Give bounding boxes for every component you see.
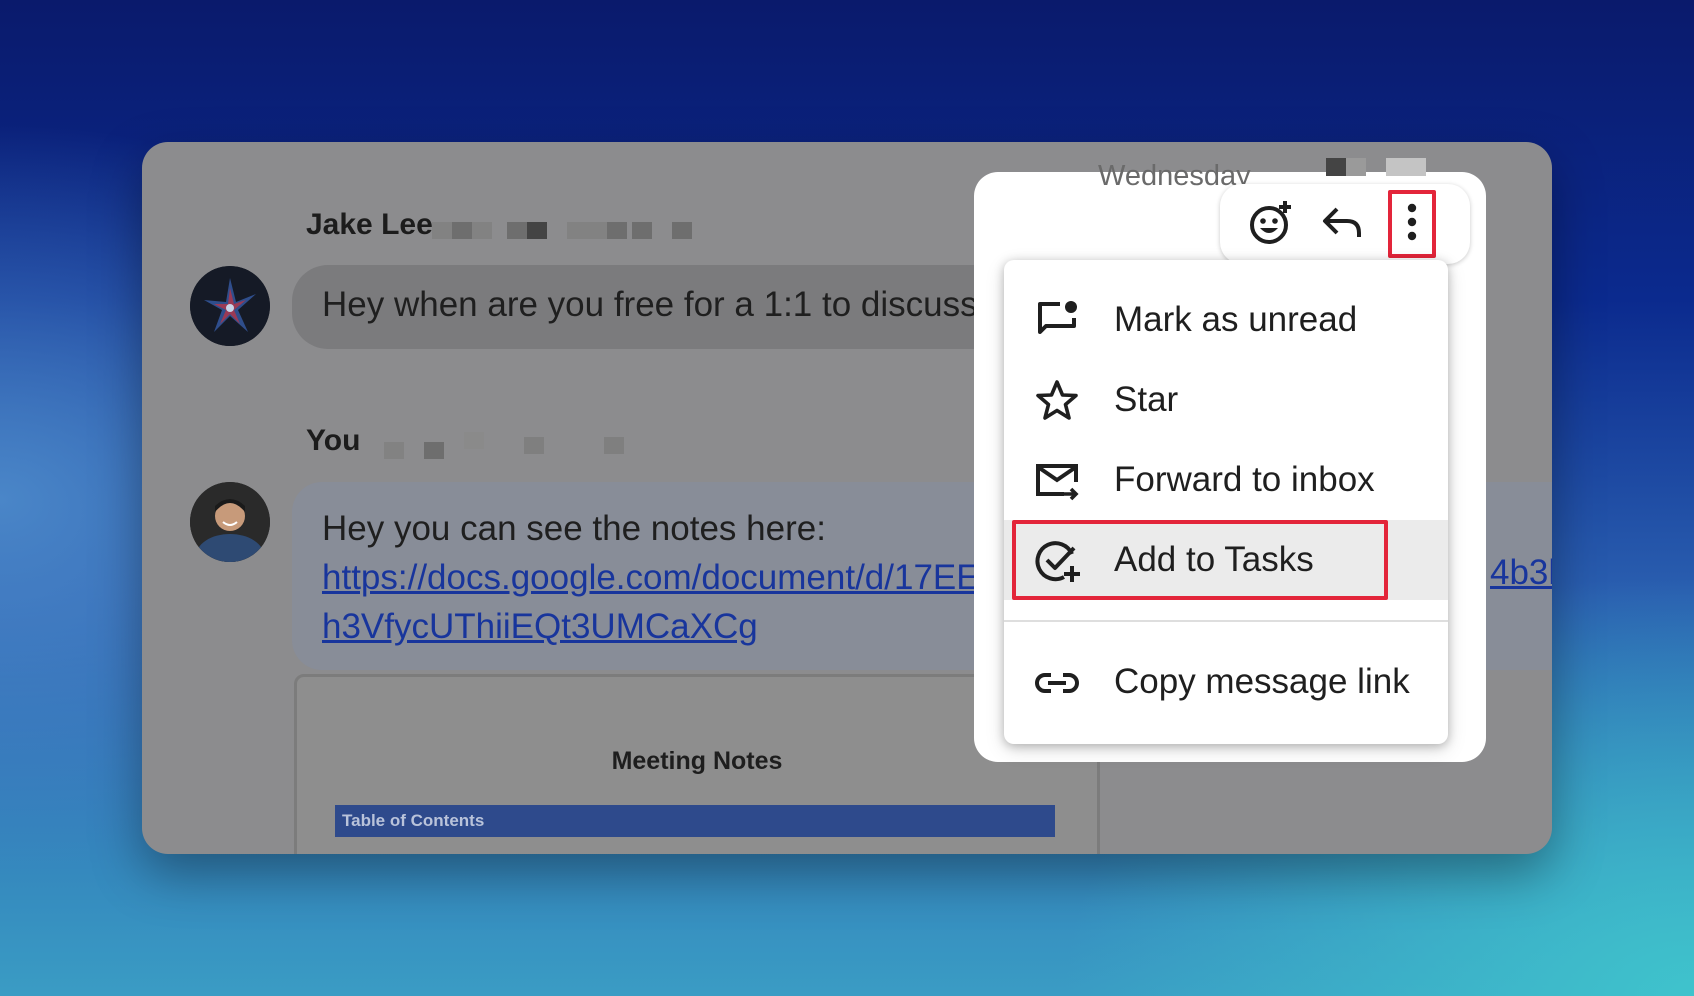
avatar[interactable]	[190, 482, 270, 562]
reply-icon	[1319, 199, 1365, 250]
sender-name: You	[306, 424, 361, 457]
add-reaction-icon	[1247, 197, 1297, 252]
menu-item-label: Forward to inbox	[1114, 460, 1375, 499]
avatar[interactable]	[190, 266, 270, 346]
document-link[interactable]: h3VfycUThiiEQt3UMCaXCg	[322, 602, 997, 651]
document-link-tail[interactable]: 4b3hyV	[1490, 553, 1552, 593]
forward-inbox-icon	[1034, 458, 1080, 504]
document-link[interactable]: https://docs.google.com/document/d/17EEc	[322, 553, 997, 602]
doc-preview-title: Meeting Notes	[611, 747, 783, 775]
menu-item-label: Star	[1114, 380, 1179, 419]
star-icon	[1034, 378, 1080, 424]
menu-item-copy-link[interactable]: Copy message link	[1004, 642, 1448, 722]
menu-item-label: Mark as unread	[1114, 300, 1358, 339]
link-icon	[1034, 660, 1080, 706]
sender-name: Jake Lee	[306, 208, 433, 241]
add-to-tasks-highlight	[1012, 520, 1388, 600]
menu-item-mark-unread[interactable]: Mark as unread	[1004, 280, 1448, 360]
menu-item-star[interactable]: Star	[1004, 360, 1448, 440]
reply-button[interactable]	[1312, 192, 1372, 256]
message-text: Hey when are you free for a 1:1 to discu…	[322, 285, 1017, 324]
message-text: Hey you can see the notes here:	[322, 509, 826, 548]
menu-item-label: Copy message link	[1114, 662, 1410, 701]
mark-unread-icon	[1034, 298, 1080, 344]
menu-divider	[1004, 620, 1448, 622]
message-options-menu: Mark as unread Star Forward to inbox Add…	[1004, 260, 1448, 744]
doc-preview-toc: Table of Contents	[335, 805, 1055, 837]
add-reaction-button[interactable]	[1242, 192, 1302, 256]
more-options-highlight	[1388, 190, 1436, 258]
menu-item-forward-inbox[interactable]: Forward to inbox	[1004, 440, 1448, 520]
